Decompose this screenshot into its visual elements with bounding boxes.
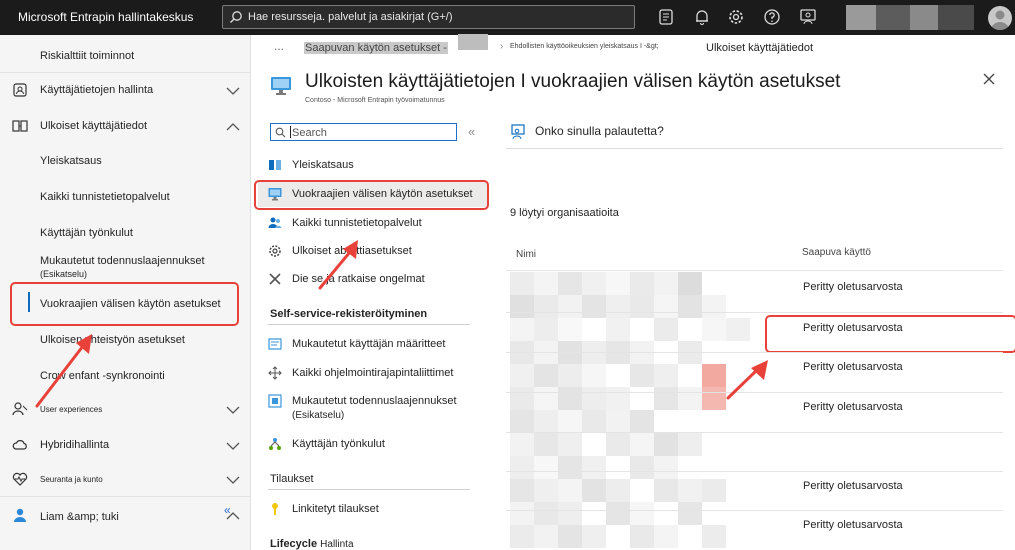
chevron-down-icon[interactable] [226, 86, 240, 96]
chevron-down-icon[interactable] [226, 405, 240, 415]
flow-icon [269, 438, 281, 450]
cloud-icon [12, 440, 27, 450]
nav-hybrid-management[interactable]: Hybridihallinta [0, 438, 250, 454]
section-lifecycle: Lifecycle Hallinta [270, 538, 354, 550]
avatar[interactable] [988, 6, 1012, 30]
menu-overview[interactable]: Yleiskatsaus [268, 158, 488, 174]
table-row[interactable]: Peritty oletusarvosta [803, 480, 903, 492]
users-icon [268, 217, 282, 228]
feedback-link[interactable]: Onko sinulla palautetta? [535, 124, 664, 138]
table-row[interactable]: Peritty oletusarvosta [803, 281, 903, 293]
column-header-inbound-access[interactable]: Saapuva käyttö [802, 247, 871, 258]
menu-api-connectors[interactable]: Kaikki ohjelmointirajapintaliittimet [268, 366, 488, 382]
menu-all-identity-providers[interactable]: Kaikki tunnistetietopalvelut [268, 216, 488, 232]
close-icon[interactable] [982, 72, 996, 86]
chevron-down-icon[interactable] [226, 475, 240, 485]
highlight-box-row [765, 315, 1015, 353]
nav-risky-actions[interactable]: Riskialttiit toiminnot [0, 50, 250, 64]
breadcrumb-current[interactable]: Ulkoiset käyttäjätiedot [706, 42, 813, 54]
table-row[interactable]: Peritty oletusarvosta [803, 519, 903, 531]
nav-user-experiences[interactable]: User experiences [0, 402, 250, 418]
person-support-icon [14, 508, 26, 522]
nav-identity-governance[interactable]: Käyttäjätietojen hallinta [0, 83, 250, 99]
identity-governance-icon [13, 83, 27, 97]
breadcrumb-conditional-access[interactable]: Ehdollisten käyttöoikeuksien yleiskatsau… [510, 43, 659, 50]
table-row[interactable]: Peritty oletusarvosta [803, 401, 903, 413]
section-self-service: Self-service-rekisteröityminen [270, 308, 428, 320]
copilot-icon[interactable] [657, 8, 675, 26]
menu-custom-auth-extensions[interactable]: Mukautetut todennuslaajennukset (Esikats… [268, 394, 488, 424]
column-header-name[interactable]: Nimi [516, 249, 536, 260]
external-identities-icon [12, 120, 28, 132]
app-title[interactable]: Microsoft Entrapin hallintakeskus [18, 10, 193, 24]
breadcrumb-inbound-settings[interactable]: Saapuvan käytön asetukset - [304, 42, 448, 54]
info-icon [269, 160, 281, 170]
nav-custom-auth-extensions[interactable]: Mukautetut todennuslaajennukset (Esikats… [0, 255, 250, 283]
list-icon [268, 338, 282, 350]
highlight-box-menu [254, 180, 489, 210]
help-icon[interactable] [763, 8, 781, 26]
nav-all-identity-providers[interactable]: Kaikki tunnistetietopalvelut [0, 191, 250, 205]
feedback-person-icon [511, 124, 525, 140]
account-blur [846, 5, 876, 30]
page-subtitle: Contoso - Microsoft Entrapin työvoimatun… [305, 97, 445, 104]
menu-external-collaboration-settings[interactable]: Ulkoiset aborttiasetukset [268, 244, 488, 260]
chevron-up-icon[interactable] [226, 122, 240, 132]
wrench-icon [269, 273, 281, 285]
collapse-menu-button[interactable]: « [468, 124, 475, 139]
user-experiences-icon [12, 402, 28, 416]
section-subscriptions: Tilaukset [270, 473, 314, 485]
nav-user-flows[interactable]: Käyttäjän työnkulut [0, 227, 250, 241]
heart-icon [12, 472, 28, 486]
top-bar: Microsoft Entrapin hallintakeskus Hae re… [0, 0, 1015, 35]
user-avatar-icon [991, 10, 1009, 30]
nav-overview[interactable]: Yleiskatsaus [0, 155, 250, 169]
results-count: 9 löytyi organisaatioita [510, 207, 619, 219]
notifications-bell-icon[interactable] [693, 8, 711, 26]
breadcrumb-blur [458, 34, 488, 50]
nav-external-identities[interactable]: Ulkoiset käyttäjätiedot [0, 119, 250, 135]
gear-icon[interactable] [727, 8, 745, 26]
resource-menu-search-input[interactable]: Search [270, 123, 457, 141]
nav-learn-support[interactable]: Liam &amp; tuki [0, 508, 250, 524]
search-placeholder: Search [292, 127, 327, 139]
global-search-input[interactable]: Hae resursseja. palvelut ja asiakirjat (… [222, 5, 635, 29]
breadcrumb-ellipsis[interactable]: ... [274, 39, 284, 53]
nav-external-collaboration-settings[interactable]: Ulkoisen yhteistyön asetukset [0, 334, 250, 348]
chevron-down-icon[interactable] [226, 441, 240, 451]
page-title: Ulkoisten käyttäjätietojen I vuokraajien… [305, 71, 841, 92]
table-row[interactable]: Peritty oletusarvosta [803, 361, 903, 373]
search-placeholder: Hae resursseja. palvelut ja asiakirjat (… [248, 11, 453, 23]
menu-custom-user-attributes[interactable]: Mukautetut käyttäjän määritteet [268, 337, 488, 353]
nav-monitoring-health[interactable]: Seuranta ja kunto [0, 472, 250, 488]
chevron-right-icon: › [500, 41, 504, 52]
search-icon [230, 11, 242, 23]
feedback-icon[interactable] [799, 8, 817, 26]
menu-diagnose-solve[interactable]: Die se ja ratkaise ongelmat [268, 272, 488, 288]
gear-icon [269, 245, 281, 257]
menu-linked-subscriptions[interactable]: Linkitetyt tilaukset [268, 502, 488, 518]
move-arrows-icon [268, 366, 282, 380]
menu-user-flows[interactable]: Käyttäjän työnkulut [268, 437, 488, 453]
cross-tenant-settings-icon [271, 77, 291, 95]
redacted-org-names [510, 272, 762, 550]
extension-icon [268, 394, 282, 408]
nav-cross-tenant-sync[interactable]: Crow enfant -synkronointi [0, 370, 250, 384]
nav-cross-tenant-access-settings[interactable]: Vuokraajien välisen käytön asetukset [0, 298, 250, 312]
key-icon [272, 503, 278, 515]
collapse-nav-button[interactable]: « [224, 503, 231, 517]
search-icon [275, 127, 286, 138]
